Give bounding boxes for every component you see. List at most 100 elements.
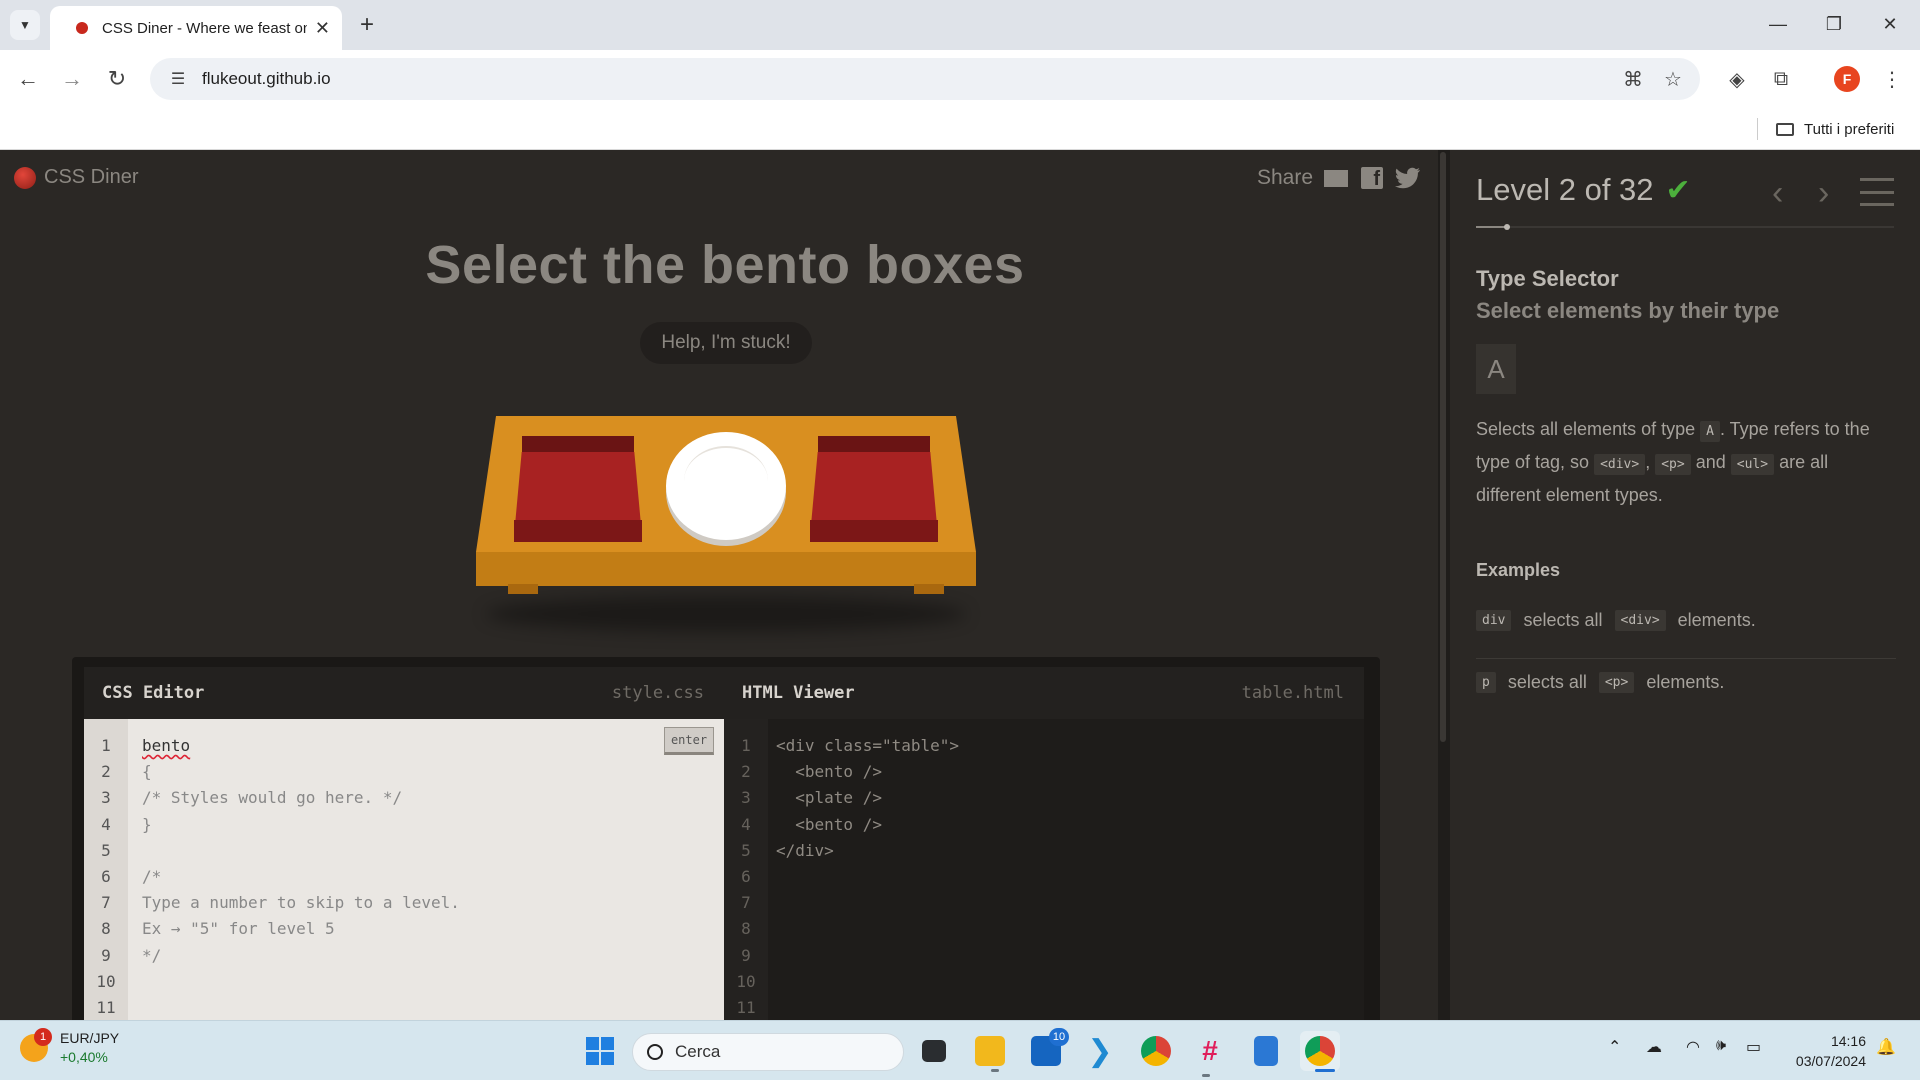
- help-button[interactable]: Help, I'm stuck!: [640, 322, 812, 364]
- tab-list-button[interactable]: ▼: [10, 10, 40, 40]
- notification-bell-icon[interactable]: 🔔: [1876, 1037, 1896, 1057]
- file-explorer-button[interactable]: [970, 1031, 1010, 1072]
- mail-badge: 10: [1049, 1028, 1069, 1046]
- folder-icon: [1776, 122, 1794, 136]
- clock-time: 14:16: [1830, 1033, 1866, 1049]
- search-placeholder: Cerca: [675, 1042, 721, 1061]
- level-progress-track: [1476, 226, 1894, 228]
- facebook-share-icon[interactable]: f: [1359, 166, 1385, 190]
- line-number: 1: [101, 736, 111, 755]
- logo-text: CSS Diner: [44, 166, 139, 188]
- profile-avatar[interactable]: F: [1834, 66, 1860, 92]
- bookmarks-divider: [1757, 118, 1758, 140]
- close-tab-icon[interactable]: ✕: [315, 18, 330, 39]
- table-leg-left: [508, 584, 538, 594]
- html-code: <div class="table"> <bento /> <plate /> …: [776, 733, 959, 1020]
- start-button[interactable]: [580, 1031, 620, 1071]
- level-menu-icon[interactable]: [1860, 178, 1894, 206]
- plate[interactable]: [666, 432, 786, 540]
- checkmark-icon: ✔: [1665, 173, 1691, 207]
- selector-title: Select elements by their type: [1476, 298, 1780, 323]
- css-selector-input[interactable]: bento: [142, 736, 190, 755]
- table-shadow: [486, 596, 966, 632]
- line-number: 3: [101, 788, 111, 808]
- chrome-icon: [1141, 1036, 1171, 1066]
- new-tab-button[interactable]: +: [352, 10, 382, 40]
- all-bookmarks-button[interactable]: Tutti i preferiti: [1776, 116, 1894, 142]
- example-code: div: [1476, 610, 1512, 631]
- level-progress-dot: [1504, 224, 1510, 230]
- puzzle-extensions-icon[interactable]: ⧉: [1765, 63, 1797, 95]
- twitter-share-icon[interactable]: [1395, 166, 1421, 190]
- html-viewer-filename: table.html: [1241, 683, 1344, 703]
- site-settings-icon[interactable]: ☰: [164, 65, 192, 93]
- share-bar: Share f: [1257, 166, 1421, 190]
- line-number: 6: [101, 866, 111, 886]
- outlook-button[interactable]: 10: [1026, 1028, 1069, 1071]
- enter-button[interactable]: enter: [664, 727, 714, 755]
- chrome-button[interactable]: [1136, 1031, 1176, 1071]
- scrollbar-thumb[interactable]: [1440, 152, 1446, 742]
- show-hidden-icons[interactable]: ⌃: [1608, 1037, 1621, 1057]
- line-number: 4: [101, 814, 111, 834]
- level-sidebar: Level 2 of 32 ✔ ‹ › Type Selector Select…: [1450, 150, 1920, 1020]
- css-line-numbers: 1 2 3 4 5 6 7 8 9 10 11: [84, 719, 128, 1020]
- vscode-button[interactable]: ❯: [1080, 1031, 1120, 1071]
- level-indicator: Level 2 of 32: [1476, 172, 1654, 207]
- logo[interactable]: CSS Diner: [14, 166, 138, 189]
- chevron-down-icon: ▼: [19, 18, 31, 32]
- bento-box[interactable]: [810, 436, 938, 546]
- line-number: 9: [101, 945, 111, 965]
- chrome-profile-button[interactable]: [1300, 1031, 1340, 1072]
- volume-icon[interactable]: 🕪: [1716, 1037, 1726, 1055]
- email-share-icon[interactable]: [1323, 166, 1349, 190]
- minimize-button[interactable]: —: [1750, 6, 1806, 42]
- code-line: {: [142, 762, 152, 782]
- code-line: <bento />: [776, 762, 882, 782]
- css-editor-body[interactable]: 1 2 3 4 5 6 7 8 9 10 11 bento {/* Styles would go h…: [84, 719, 724, 1020]
- back-button[interactable]: ←: [12, 63, 44, 95]
- code-line: Ex → "5" for level 5: [142, 919, 335, 939]
- close-window-button[interactable]: ✕: [1862, 6, 1918, 42]
- restore-button[interactable]: ❐: [1806, 6, 1862, 42]
- line-number: 7: [101, 893, 111, 913]
- notepad-button[interactable]: [1246, 1031, 1286, 1071]
- url-text: flukeout.github.io: [202, 69, 331, 88]
- address-bar[interactable]: ☰ flukeout.github.io ⌘ ☆: [150, 58, 1700, 100]
- taskbar-search[interactable]: Cerca: [632, 1033, 904, 1071]
- bookmark-star-icon[interactable]: ☆: [1658, 64, 1688, 94]
- css-editor-header: CSS Editor style.css: [84, 667, 724, 719]
- editor: CSS Editor style.css 1 2 3 4 5 6 7 8 9 10 11 bento…: [72, 657, 1380, 1020]
- selector-syntax: A: [1476, 344, 1516, 394]
- weather-market-widget[interactable]: 1 EUR/JPY +0,40%: [20, 1028, 119, 1067]
- game-area: CSS Diner Share f Select the bento boxes…: [0, 150, 1440, 1020]
- reload-button[interactable]: ↻: [101, 63, 133, 95]
- next-level-icon[interactable]: ›: [1818, 174, 1829, 213]
- system-clock[interactable]: 14:16 03/07/2024: [1788, 1031, 1866, 1071]
- browser-tab-active[interactable]: CSS Diner - Where we feast on ✕: [50, 6, 342, 50]
- html-viewer-pane: HTML Viewer table.html 1 2 3 4 5 6 7 8 9 10 11 <di…: [724, 667, 1364, 1020]
- wifi-icon[interactable]: ◠: [1686, 1037, 1700, 1057]
- previous-level-icon[interactable]: ‹: [1772, 174, 1783, 213]
- line-number: 11: [736, 997, 756, 1017]
- task-view-button[interactable]: [914, 1031, 954, 1071]
- code-line: <div class="table">: [776, 736, 960, 755]
- battery-icon[interactable]: ▭: [1746, 1037, 1761, 1057]
- slack-button[interactable]: #: [1190, 1031, 1230, 1077]
- kebab-menu-icon[interactable]: ⋮: [1876, 63, 1908, 95]
- bento-box[interactable]: [514, 436, 642, 546]
- table-leg-right: [914, 584, 944, 594]
- onedrive-icon[interactable]: ☁: [1646, 1037, 1662, 1057]
- search-icon: [647, 1044, 663, 1060]
- example-tag: <p>: [1598, 672, 1635, 693]
- translate-icon[interactable]: ⌘: [1618, 64, 1648, 94]
- css-editor-filename: style.css: [611, 683, 704, 703]
- code-line: /*: [142, 866, 162, 886]
- forward-button[interactable]: →: [56, 63, 88, 95]
- extension-icon[interactable]: ◈: [1721, 63, 1753, 95]
- code-line: <bento />: [776, 814, 882, 834]
- example-suffix: elements.: [1677, 610, 1756, 630]
